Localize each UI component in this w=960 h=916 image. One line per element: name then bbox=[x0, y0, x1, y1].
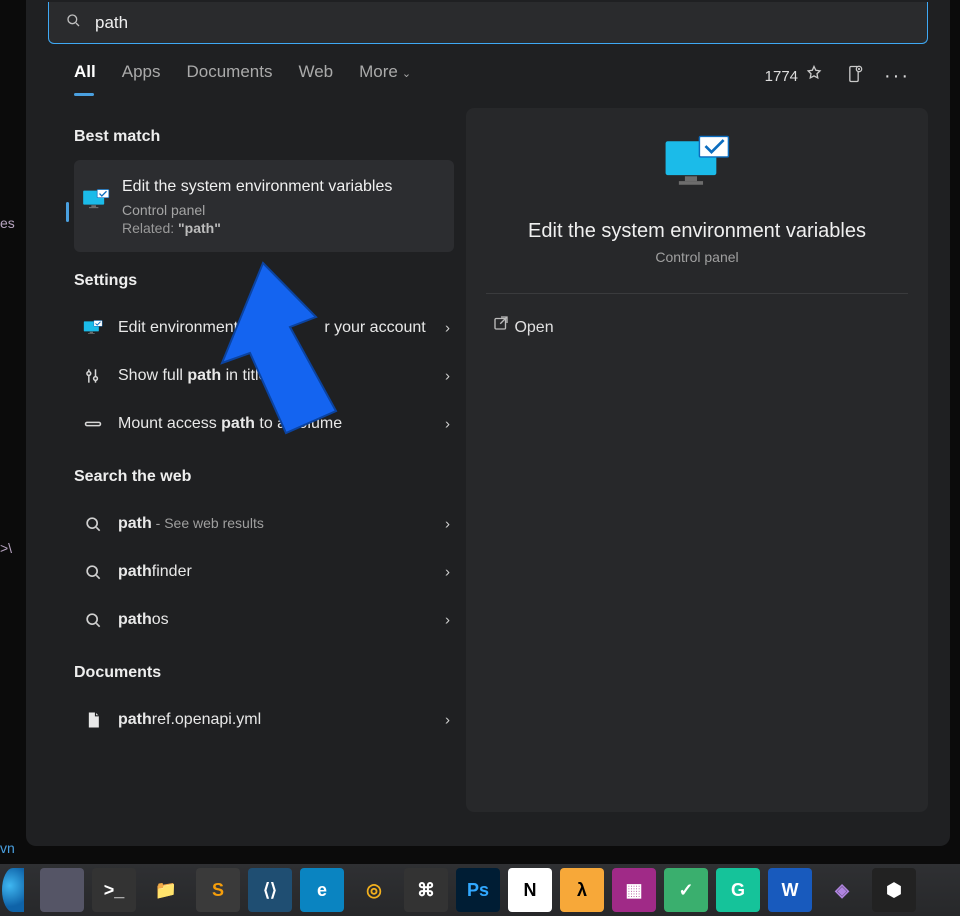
settings-result-mount-path[interactable]: Mount access path to a volume › bbox=[74, 400, 454, 448]
monitor-icon bbox=[82, 318, 104, 338]
preview-title: Edit the system environment variables bbox=[528, 220, 866, 243]
more-options-icon[interactable]: ··· bbox=[884, 65, 910, 88]
best-match-category: Control panel bbox=[122, 202, 392, 218]
rewards-points[interactable]: 1774 bbox=[765, 64, 824, 88]
search-icon bbox=[65, 12, 81, 33]
search-icon bbox=[82, 514, 104, 534]
chevron-right-icon: › bbox=[445, 711, 450, 728]
chevron-right-icon: › bbox=[445, 611, 450, 628]
tab-all[interactable]: All bbox=[74, 62, 96, 90]
taskbar-item-sublime[interactable]: S bbox=[196, 868, 240, 912]
section-settings: Settings bbox=[74, 272, 454, 290]
taskbar-item-grammarly[interactable]: G bbox=[716, 868, 760, 912]
search-icon bbox=[82, 562, 104, 582]
search-window: All Apps Documents Web More⌄ 1774 ··· Be… bbox=[26, 0, 950, 846]
chevron-right-icon: › bbox=[445, 563, 450, 580]
best-match-title: Edit the system environment variables bbox=[122, 176, 392, 198]
best-match-result[interactable]: Edit the system environment variables Co… bbox=[74, 160, 454, 252]
bg-fragment: es bbox=[0, 215, 15, 231]
bg-fragment: vn bbox=[0, 840, 15, 856]
taskbar-item-chrome[interactable]: ◎ bbox=[352, 868, 396, 912]
doc-result-pathref[interactable]: pathref.openapi.yml › bbox=[74, 696, 454, 744]
sliders-icon bbox=[82, 366, 104, 386]
taskbar-item-visual-studio[interactable]: ◈ bbox=[820, 868, 864, 912]
section-web: Search the web bbox=[74, 468, 454, 486]
tabs-row: All Apps Documents Web More⌄ 1774 ··· bbox=[26, 44, 950, 100]
taskbar: >_📁S⟨⟩e◎⌘PsNλ▦✓GW◈⬢ bbox=[0, 864, 960, 916]
tab-documents[interactable]: Documents bbox=[186, 62, 272, 90]
chevron-right-icon: › bbox=[445, 515, 450, 532]
settings-result-edit-env-account[interactable]: Edit environment variables for your acco… bbox=[74, 304, 454, 352]
taskbar-item-vscode[interactable]: ⟨⟩ bbox=[248, 868, 292, 912]
web-result-pathfinder[interactable]: pathfinder › bbox=[74, 548, 454, 596]
bar-icon bbox=[82, 414, 104, 434]
preview-panel: Edit the system environment variables Co… bbox=[466, 108, 928, 812]
taskbar-item-edge[interactable]: e bbox=[300, 868, 344, 912]
taskbar-item-todoist[interactable]: ✓ bbox=[664, 868, 708, 912]
tab-more[interactable]: More⌄ bbox=[359, 62, 411, 90]
taskbar-item-task-view[interactable] bbox=[40, 868, 84, 912]
section-best-match: Best match bbox=[74, 128, 454, 146]
taskbar-item-notion[interactable]: N bbox=[508, 868, 552, 912]
file-icon bbox=[82, 710, 104, 730]
tab-web[interactable]: Web bbox=[298, 62, 333, 90]
chevron-right-icon: › bbox=[445, 319, 450, 336]
chevron-right-icon: › bbox=[445, 367, 450, 384]
web-result-pathos[interactable]: pathos › bbox=[74, 596, 454, 644]
taskbar-start-button[interactable] bbox=[2, 868, 24, 912]
open-external-icon: Open bbox=[492, 314, 554, 337]
bg-fragment: >\ bbox=[0, 540, 12, 556]
taskbar-item-lambda[interactable]: λ bbox=[560, 868, 604, 912]
rewards-badge-icon bbox=[804, 64, 824, 88]
taskbar-item-terminal[interactable]: >_ bbox=[92, 868, 136, 912]
search-icon bbox=[82, 610, 104, 630]
taskbar-item-photoshop[interactable]: Ps bbox=[456, 868, 500, 912]
taskbar-item-figma[interactable]: ⬢ bbox=[872, 868, 916, 912]
open-action[interactable]: Open bbox=[486, 304, 908, 347]
phone-link-icon[interactable] bbox=[844, 64, 864, 88]
section-documents: Documents bbox=[74, 664, 454, 682]
monitor-check-icon bbox=[660, 134, 734, 192]
taskbar-item-word[interactable]: W bbox=[768, 868, 812, 912]
divider bbox=[486, 293, 908, 294]
best-match-related: Related: "path" bbox=[122, 220, 392, 236]
search-bar[interactable] bbox=[48, 2, 928, 44]
monitor-check-icon bbox=[82, 186, 110, 214]
chevron-down-icon: ⌄ bbox=[402, 68, 411, 80]
chevron-right-icon: › bbox=[445, 415, 450, 432]
results-column: Best match Edit the system environment v… bbox=[40, 108, 454, 846]
open-label: Open bbox=[514, 319, 553, 336]
taskbar-item-launcher[interactable]: ⌘ bbox=[404, 868, 448, 912]
web-result-path[interactable]: path - See web results › bbox=[74, 500, 454, 548]
preview-subtitle: Control panel bbox=[655, 249, 738, 265]
settings-result-full-path-title[interactable]: Show full path in title bar › bbox=[74, 352, 454, 400]
search-input[interactable] bbox=[95, 13, 911, 33]
taskbar-item-kdiff[interactable]: ▦ bbox=[612, 868, 656, 912]
taskbar-item-explorer[interactable]: 📁 bbox=[144, 868, 188, 912]
tab-apps[interactable]: Apps bbox=[122, 62, 161, 90]
